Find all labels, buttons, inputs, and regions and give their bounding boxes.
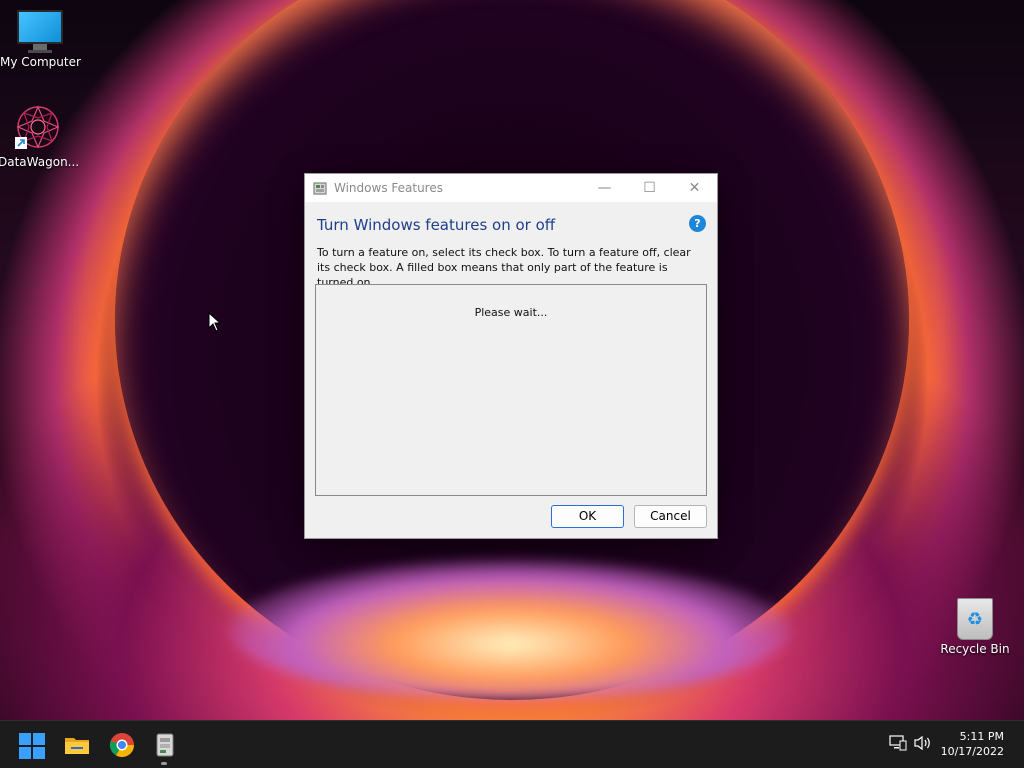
desktop-wallpaper: My Computer DataWagon... ♻ Recycle Bin W… <box>0 0 1024 720</box>
wallpaper-glow <box>230 560 790 700</box>
datawagon-icon <box>15 105 60 149</box>
desktop-icon-label: Recycle Bin <box>940 642 1010 656</box>
dialog-titlebar[interactable]: Windows Features — ☐ ✕ <box>305 174 717 202</box>
close-button[interactable]: ✕ <box>672 174 717 202</box>
help-icon[interactable]: ? <box>689 215 706 232</box>
taskbar <box>0 720 1024 768</box>
desktop-icon-label: DataWagon... <box>0 155 80 169</box>
dialog-heading: Turn Windows features on or off <box>317 216 556 234</box>
network-icon[interactable] <box>889 735 907 751</box>
desktop-icon-datawagon[interactable]: DataWagon... <box>0 104 80 169</box>
volume-icon[interactable] <box>913 735 933 751</box>
dialog-title: Windows Features <box>334 181 443 195</box>
recycle-bin-icon: ♻ <box>957 598 993 640</box>
file-explorer-icon[interactable] <box>63 731 91 759</box>
mouse-cursor-icon <box>208 312 222 332</box>
minimize-button[interactable]: — <box>582 174 627 202</box>
clock-time: 5:11 PM <box>959 730 1004 743</box>
system-clock[interactable]: 5:11 PM 10/17/2022 <box>940 729 1004 759</box>
loading-status: Please wait... <box>474 306 548 319</box>
chrome-icon[interactable] <box>108 731 136 759</box>
windows-start-icon[interactable] <box>19 733 45 759</box>
cancel-button[interactable]: Cancel <box>634 505 707 528</box>
maximize-button[interactable]: ☐ <box>627 174 672 202</box>
windows-features-icon[interactable] <box>151 731 179 759</box>
windows-features-dialog: Windows Features — ☐ ✕ Turn Windows feat… <box>304 173 718 539</box>
desktop-icon-my-computer[interactable]: My Computer <box>0 10 81 69</box>
desktop-icon-label: My Computer <box>0 55 81 69</box>
desktop-icon-recycle-bin[interactable]: ♻ Recycle Bin <box>935 598 1015 656</box>
running-indicator <box>161 762 167 765</box>
windows-features-icon <box>313 182 327 195</box>
clock-date: 10/17/2022 <box>940 745 1004 758</box>
ok-button[interactable]: OK <box>551 505 624 528</box>
features-list[interactable]: Please wait... <box>315 284 707 496</box>
monitor-icon <box>0 10 80 53</box>
